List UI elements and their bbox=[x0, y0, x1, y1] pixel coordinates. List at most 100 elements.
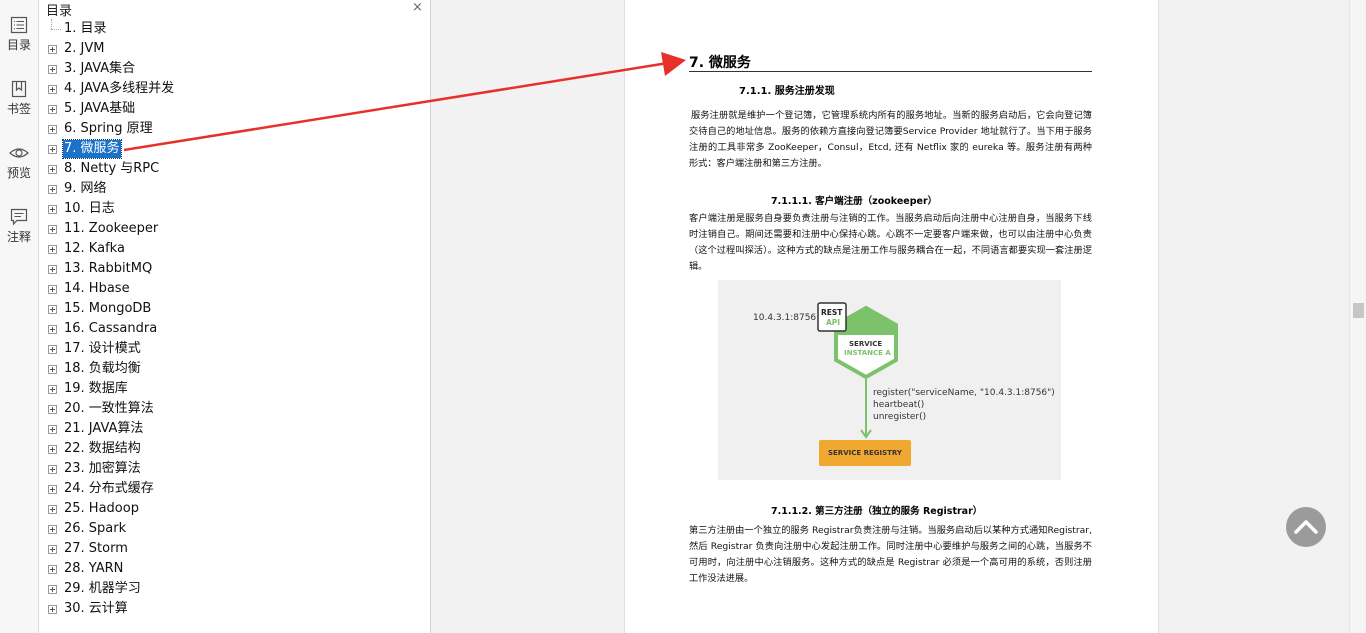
toc-item-label: 20. 一致性算法 bbox=[64, 401, 154, 416]
toc-item[interactable]: 24. 分布式缓存 bbox=[39, 479, 430, 499]
figure-calls: register("serviceName, "10.4.3.1:8756") … bbox=[873, 387, 1055, 423]
call-register: register("serviceName, "10.4.3.1:8756") bbox=[873, 388, 1055, 398]
paragraph-1: 服务注册就是维护一个登记簿，它管理系统内所有的服务地址。当新的服务启动后，它会向… bbox=[689, 110, 1092, 169]
vertical-scrollbar[interactable] bbox=[1349, 0, 1366, 633]
expand-icon[interactable] bbox=[48, 405, 57, 414]
toc-item[interactable]: 26. Spark bbox=[39, 519, 430, 539]
toc-item[interactable]: 14. Hbase bbox=[39, 279, 430, 299]
toc-item-label: 3. JAVA集合 bbox=[64, 61, 136, 76]
toc-item[interactable]: 27. Storm bbox=[39, 539, 430, 559]
expand-icon[interactable] bbox=[48, 345, 57, 354]
toc-item[interactable]: 30. 云计算 bbox=[39, 599, 430, 619]
toc-item[interactable]: 11. Zookeeper bbox=[39, 219, 430, 239]
rail-toc[interactable]: 目录 bbox=[0, 16, 38, 53]
toc-item[interactable]: 25. Hadoop bbox=[39, 499, 430, 519]
toc-item-label: 23. 加密算法 bbox=[64, 461, 141, 476]
close-icon[interactable]: × bbox=[412, 0, 423, 15]
expand-icon[interactable] bbox=[48, 325, 57, 334]
toc-item[interactable]: 19. 数据库 bbox=[39, 379, 430, 399]
toc-item[interactable]: 2. JVM bbox=[39, 39, 430, 59]
expand-icon[interactable] bbox=[48, 565, 57, 574]
expand-icon[interactable] bbox=[48, 605, 57, 614]
toc-item-label: 6. Spring 原理 bbox=[64, 121, 153, 136]
toc-item-label: 1. 目录 bbox=[64, 21, 107, 36]
expand-icon[interactable] bbox=[48, 365, 57, 374]
toc-item[interactable]: 18. 负载均衡 bbox=[39, 359, 430, 379]
expand-icon[interactable] bbox=[48, 185, 57, 194]
toc-item[interactable]: 23. 加密算法 bbox=[39, 459, 430, 479]
toc-header: 目录 × bbox=[39, 0, 430, 19]
toc-item[interactable]: 3. JAVA集合 bbox=[39, 59, 430, 79]
scrollbar-thumb[interactable] bbox=[1353, 303, 1364, 318]
toc-item[interactable]: 13. RabbitMQ bbox=[39, 259, 430, 279]
expand-icon[interactable] bbox=[48, 265, 57, 274]
toc-item[interactable]: 5. JAVA基础 bbox=[39, 99, 430, 119]
bookmark-icon bbox=[11, 80, 27, 98]
paragraph-2: 客户端注册是服务自身要负责注册与注销的工作。当服务启动后向注册中心注册自身，当服… bbox=[689, 213, 1092, 272]
rail-comment[interactable]: 注释 bbox=[0, 208, 38, 245]
toc-item[interactable]: 22. 数据结构 bbox=[39, 439, 430, 459]
expand-icon[interactable] bbox=[48, 65, 57, 74]
toc-item[interactable]: 6. Spring 原理 bbox=[39, 119, 430, 139]
service-registry-figure: 10.4.3.1:8756 REST API SERVICE INSTANCE … bbox=[718, 280, 1061, 480]
toc-item-label: 14. Hbase bbox=[64, 281, 130, 296]
expand-icon[interactable] bbox=[48, 525, 57, 534]
back-to-top-button[interactable] bbox=[1286, 507, 1326, 547]
toc-item[interactable]: 15. MongoDB bbox=[39, 299, 430, 319]
toc-item[interactable]: 17. 设计模式 bbox=[39, 339, 430, 359]
expand-icon[interactable] bbox=[48, 305, 57, 314]
instance-label: INSTANCE A bbox=[844, 349, 891, 357]
toc-item-label: 12. Kafka bbox=[64, 241, 125, 256]
heading-rule bbox=[689, 71, 1092, 72]
expand-icon[interactable] bbox=[48, 285, 57, 294]
toc-item[interactable]: 29. 机器学习 bbox=[39, 579, 430, 599]
document-viewer[interactable]: 7. 微服务 7.1.1. 服务注册发现 服务注册就是维护一个登记簿，它管理系统… bbox=[431, 0, 1349, 633]
expand-icon[interactable] bbox=[48, 485, 57, 494]
expand-icon[interactable] bbox=[48, 205, 57, 214]
toc-item[interactable]: 9. 网络 bbox=[39, 179, 430, 199]
expand-icon[interactable] bbox=[48, 385, 57, 394]
expand-icon[interactable] bbox=[48, 445, 57, 454]
toc-item[interactable]: 10. 日志 bbox=[39, 199, 430, 219]
toc-item[interactable]: 8. Netty 与RPC bbox=[39, 159, 430, 179]
expand-icon[interactable] bbox=[48, 545, 57, 554]
expand-icon[interactable] bbox=[48, 165, 57, 174]
rail-bookmark[interactable]: 书签 bbox=[0, 80, 38, 117]
toc-item[interactable]: 1. 目录 bbox=[39, 19, 430, 39]
eye-icon bbox=[9, 148, 29, 158]
toc-item-label: 26. Spark bbox=[64, 521, 127, 536]
document-page: 7. 微服务 7.1.1. 服务注册发现 服务注册就是维护一个登记簿，它管理系统… bbox=[624, 0, 1159, 633]
toc-item-label: 15. MongoDB bbox=[64, 301, 152, 316]
toc-item[interactable]: 28. YARN bbox=[39, 559, 430, 579]
expand-icon[interactable] bbox=[48, 145, 57, 154]
toc-item-label: 28. YARN bbox=[64, 561, 124, 576]
toc-item-label: 30. 云计算 bbox=[64, 601, 128, 616]
expand-icon[interactable] bbox=[48, 465, 57, 474]
toc-item[interactable]: 16. Cassandra bbox=[39, 319, 430, 339]
expand-icon[interactable] bbox=[48, 505, 57, 514]
toc-item[interactable]: 4. JAVA多线程并发 bbox=[39, 79, 430, 99]
rest-label: REST bbox=[821, 308, 843, 317]
expand-icon[interactable] bbox=[48, 125, 57, 134]
toc-item-label: 17. 设计模式 bbox=[64, 341, 141, 356]
expand-icon[interactable] bbox=[48, 245, 57, 254]
expand-icon[interactable] bbox=[48, 585, 57, 594]
tree-connector bbox=[51, 19, 52, 29]
toc-item-label: 29. 机器学习 bbox=[64, 581, 141, 596]
expand-icon[interactable] bbox=[48, 425, 57, 434]
toc-item-label: 7. 微服务 bbox=[62, 139, 122, 159]
list-icon bbox=[10, 16, 28, 34]
toc-item[interactable]: 20. 一致性算法 bbox=[39, 399, 430, 419]
toc-item[interactable]: 7. 微服务 bbox=[39, 139, 430, 159]
toc-item[interactable]: 21. JAVA算法 bbox=[39, 419, 430, 439]
toc-item-label: 13. RabbitMQ bbox=[64, 261, 153, 276]
expand-icon[interactable] bbox=[48, 45, 57, 54]
toc-item-label: 4. JAVA多线程并发 bbox=[64, 81, 175, 96]
rail-preview[interactable]: 预览 bbox=[0, 144, 38, 181]
expand-icon[interactable] bbox=[48, 105, 57, 114]
expand-icon[interactable] bbox=[48, 85, 57, 94]
expand-icon[interactable] bbox=[48, 225, 57, 234]
chevron-up-icon bbox=[1294, 520, 1318, 534]
toc-item[interactable]: 12. Kafka bbox=[39, 239, 430, 259]
paragraph-3: 第三方注册由一个独立的服务 Registrar负责注册与注销。当服务启动后以某种… bbox=[689, 525, 1092, 584]
